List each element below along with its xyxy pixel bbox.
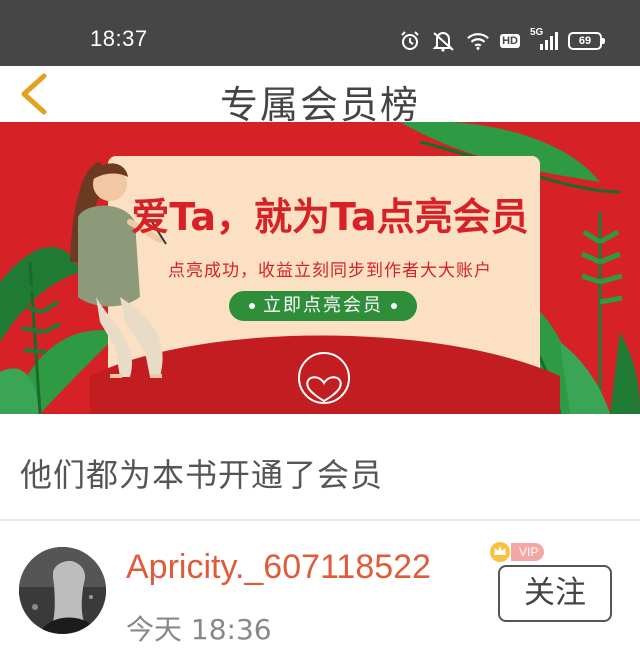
- light-up-membership-button[interactable]: 立即点亮会员: [229, 291, 417, 321]
- member-open-time: 今天 18:36: [126, 613, 272, 646]
- avatar-image: [19, 547, 106, 634]
- mute-icon: [432, 29, 456, 53]
- nav-bar: 专属会员榜: [0, 66, 640, 127]
- avatar[interactable]: [19, 547, 106, 634]
- page-title: 专属会员榜: [219, 83, 420, 127]
- wifi-icon: [466, 29, 490, 53]
- status-bar: 18:37 HD 5G 69: [0, 0, 640, 66]
- banner-headline: 爱Ta，就为Ta点亮会员: [131, 195, 529, 239]
- vip-label: VIP: [511, 543, 545, 561]
- follow-button[interactable]: 关注: [498, 565, 612, 622]
- status-icons: HD 5G 69: [398, 27, 605, 54]
- vip-badge: VIP: [489, 541, 545, 563]
- battery-level: 69: [578, 35, 592, 47]
- promo-banner[interactable]: 爱Ta，就为Ta点亮会员 点亮成功，收益立刻同步到作者大大账户 立即点亮会员: [0, 122, 640, 414]
- cta-label: 立即点亮会员: [263, 295, 383, 316]
- signal-5g-icon: 5G: [530, 27, 558, 53]
- status-time: 18:37: [90, 26, 148, 51]
- dot-icon: [391, 303, 397, 309]
- member-row[interactable]: Apricity._607118522 VIP 今天 18:36 关注: [0, 522, 640, 648]
- battery-icon: 69: [568, 32, 605, 50]
- divider: [0, 519, 640, 521]
- heart-seal-icon: [298, 352, 350, 404]
- alarm-icon: [398, 29, 422, 53]
- hd-icon: HD: [500, 34, 520, 48]
- member-username[interactable]: Apricity._607118522: [126, 548, 431, 587]
- dot-icon: [249, 303, 255, 309]
- network-type-label: 5G: [530, 27, 544, 38]
- section-title: 他们都为本书开通了会员: [20, 456, 384, 494]
- banner-subline: 点亮成功，收益立刻同步到作者大大账户: [168, 261, 492, 281]
